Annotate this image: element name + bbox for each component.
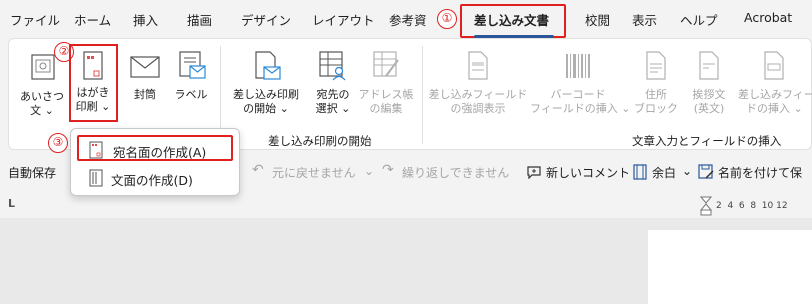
margins-dropdown-chevron-icon[interactable]: ⌄ xyxy=(682,164,692,178)
edit-list-icon xyxy=(373,51,399,77)
address-block-label-2: ブロック xyxy=(634,102,678,115)
start-mail-merge-label-2: の開始 ⌄ xyxy=(243,102,289,115)
address-side-icon xyxy=(89,141,103,159)
postcard-icon xyxy=(83,51,103,80)
group-label-start-mail-merge: 差し込み印刷の開始 xyxy=(268,134,372,148)
insert-merge-field-button[interactable]: 差し込みフィー ドの挿入 ⌄ xyxy=(736,46,812,122)
indent-marker-icon[interactable] xyxy=(700,196,712,216)
word-window: ファイル ホーム 挿入 描画 デザイン レイアウト 参考資 ① 差し込み文書 校… xyxy=(0,0,812,304)
horizontal-ruler xyxy=(0,194,812,218)
highlight-merge-fields-label-1: 差し込みフィールド xyxy=(428,88,528,101)
address-block-button[interactable]: 住所 ブロック xyxy=(630,46,682,122)
tab-stop-selector[interactable]: L xyxy=(8,197,15,210)
redo-icon[interactable]: ↷ xyxy=(382,162,394,178)
message-side-icon xyxy=(89,169,103,187)
insert-barcode-field-button[interactable]: バーコード フィールドの挿入 ⌄ xyxy=(530,46,631,122)
envelopes-label: 封筒 xyxy=(134,88,156,101)
insert-barcode-field-label-1: バーコード xyxy=(550,88,606,101)
select-recipients-label-1: 宛先の xyxy=(316,88,350,101)
undo-button[interactable]: 元に戻せません xyxy=(272,164,356,181)
select-recipients-label-2: 選択 ⌄ xyxy=(315,102,351,115)
address-block-icon xyxy=(646,51,666,80)
group-label-write-insert-fields: 文章入力とフィールドの挿入 xyxy=(632,134,782,148)
postcard-print-label-1: はがき xyxy=(76,86,110,99)
insert-field-icon xyxy=(764,51,784,80)
tab-layout[interactable]: レイアウト xyxy=(312,10,375,29)
redo-button[interactable]: 繰り返しできません xyxy=(402,164,509,181)
ribbon-separator xyxy=(422,46,423,144)
edit-recipient-list-label-1: アドレス帳 xyxy=(358,88,414,101)
menu-item-label: 文面の作成(D) xyxy=(111,173,193,188)
insert-merge-field-label-1: 差し込みフィー xyxy=(738,88,812,101)
undo-dropdown-chevron-icon[interactable]: ⌄ xyxy=(364,164,374,178)
new-comment-button[interactable]: 新しいコメント xyxy=(546,164,630,181)
greeting-line-icon xyxy=(699,51,719,80)
greeting-card-label-1: あいさつ xyxy=(20,90,64,103)
ruler-tick-labels: 2 4 6 8 10 12 xyxy=(716,201,788,211)
tab-draw[interactable]: 描画 xyxy=(187,10,212,29)
save-as-button[interactable]: 名前を付けて保 xyxy=(718,164,802,181)
ribbon-tab-bar: ファイル ホーム 挿入 描画 デザイン レイアウト 参考資 ① 差し込み文書 校… xyxy=(0,0,812,40)
autosave-toggle[interactable]: 自動保存 xyxy=(8,164,56,181)
insert-barcode-field-label-2: フィールドの挿入 ⌄ xyxy=(530,102,631,115)
mail-merge-icon xyxy=(255,51,281,80)
save-as-icon[interactable] xyxy=(698,164,714,180)
greeting-line-button[interactable]: 挨拶文 (英文) xyxy=(684,46,734,122)
labels-button[interactable]: ラベル xyxy=(168,46,214,122)
edit-recipient-list-label-2: の編集 xyxy=(369,102,403,115)
tab-references[interactable]: 参考資 xyxy=(389,10,427,29)
start-mail-merge-label-1: 差し込み印刷 xyxy=(233,88,299,101)
tab-review[interactable]: 校閲 xyxy=(585,10,610,29)
tab-help[interactable]: ヘルプ xyxy=(680,10,718,29)
labels-icon xyxy=(179,51,206,79)
envelopes-button[interactable]: 封筒 xyxy=(122,46,168,122)
margins-button[interactable]: 余白 xyxy=(652,164,676,181)
labels-label: ラベル xyxy=(174,88,208,101)
tab-home[interactable]: ホーム xyxy=(74,10,111,29)
annotation-step-1: ① xyxy=(437,9,457,29)
insert-merge-field-label-2: ドの挿入 ⌄ xyxy=(746,102,803,115)
new-comment-icon[interactable] xyxy=(526,165,542,179)
menu-item-label: 宛名面の作成(A) xyxy=(113,145,207,160)
highlight-merge-fields-label-2: の強調表示 xyxy=(450,102,506,115)
greeting-line-label-1: 挨拶文 xyxy=(692,88,726,101)
undo-icon[interactable]: ↶ xyxy=(252,162,264,178)
menu-item-create-message-side[interactable]: 文面の作成(D) xyxy=(77,165,233,191)
recipients-icon xyxy=(319,51,346,81)
highlight-fields-icon xyxy=(468,51,488,80)
start-mail-merge-button[interactable]: 差し込み印刷 の開始 ⌄ xyxy=(226,46,306,122)
greeting-card-icon xyxy=(31,54,55,80)
greeting-line-label-2: (英文) xyxy=(693,102,725,115)
postcard-print-button[interactable]: はがき 印刷 ⌄ xyxy=(69,44,118,122)
tab-mailings[interactable]: 差し込み文書 xyxy=(474,10,549,29)
tab-view[interactable]: 表示 xyxy=(632,10,657,29)
highlight-merge-fields-button[interactable]: 差し込みフィールド の強調表示 xyxy=(428,46,528,122)
select-recipients-button[interactable]: 宛先の 選択 ⌄ xyxy=(308,46,358,122)
edit-recipient-list-button[interactable]: アドレス帳 の編集 xyxy=(358,46,414,122)
margins-icon[interactable] xyxy=(632,164,648,180)
document-page[interactable] xyxy=(648,230,812,304)
annotation-step-3: ③ xyxy=(48,133,68,153)
tab-acrobat[interactable]: Acrobat xyxy=(744,10,792,25)
address-block-label-1: 住所 xyxy=(645,88,667,101)
envelope-icon xyxy=(130,56,160,78)
barcode-icon xyxy=(566,54,590,78)
postcard-print-menu: 宛名面の作成(A) 文面の作成(D) xyxy=(70,128,240,196)
tab-insert[interactable]: 挿入 xyxy=(133,10,158,29)
tab-design[interactable]: デザイン xyxy=(241,10,291,29)
menu-item-create-address-side[interactable]: 宛名面の作成(A) xyxy=(77,135,233,161)
postcard-print-label-2: 印刷 ⌄ xyxy=(75,100,111,113)
tab-file[interactable]: ファイル xyxy=(10,10,60,29)
greeting-card-label-2: 文 ⌄ xyxy=(30,104,54,117)
